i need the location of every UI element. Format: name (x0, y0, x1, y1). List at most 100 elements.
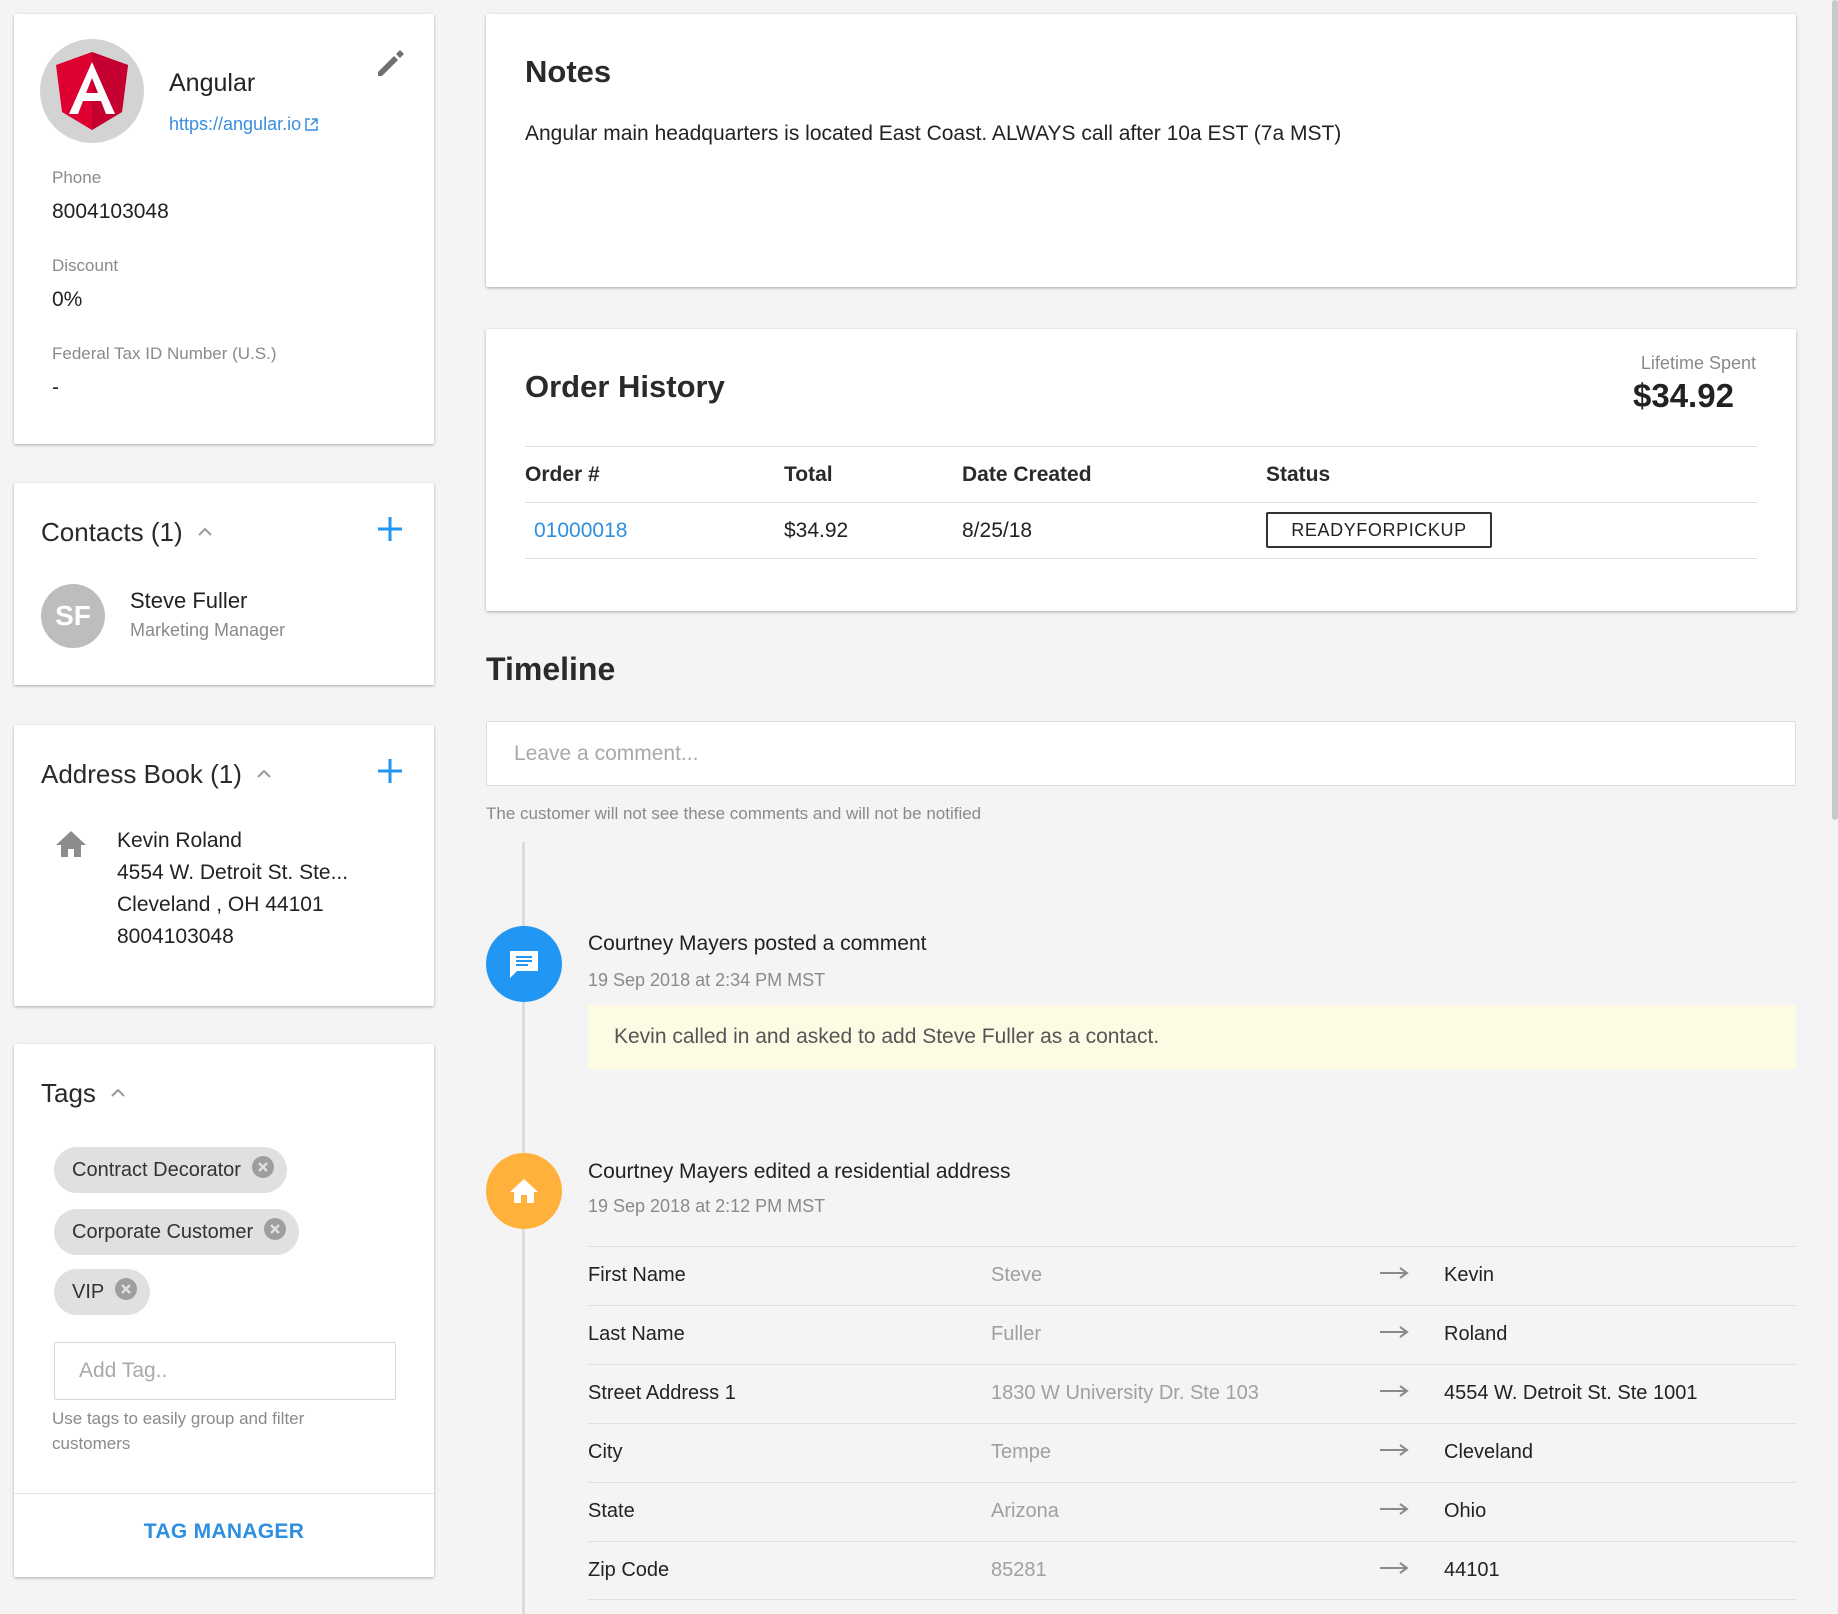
tag-chip-label: Contract Decorator (72, 1158, 241, 1181)
change-new-value: Cleveland (1444, 1441, 1533, 1463)
comment-hint: The customer will not see these comments… (486, 804, 982, 823)
address-change-row: State Arizona Ohio (588, 1482, 1796, 1541)
tag-chip-label: Corporate Customer (72, 1220, 254, 1243)
change-new-value: Roland (1444, 1323, 1508, 1345)
tags-header[interactable]: Tags (41, 1074, 126, 1109)
address-change-row: Street Address 1 1830 W University Dr. S… (588, 1364, 1796, 1423)
tags-title: Tags (41, 1078, 96, 1108)
tags-card: Tags Contract Decorator Corporate Custom… (14, 1044, 434, 1577)
column-header-status: Status (1266, 463, 1331, 486)
remove-tag-icon[interactable] (263, 1217, 287, 1247)
contacts-header[interactable]: Contacts (1) (41, 513, 213, 548)
tag-hint: Use tags to easily group and filter cust… (52, 1409, 305, 1453)
arrow-right-icon (1378, 1497, 1410, 1527)
address-phone: 8004103048 (117, 925, 234, 948)
tag-chip[interactable]: Corporate Customer (54, 1209, 300, 1255)
column-header-order: Order # (525, 463, 600, 486)
tag-chip[interactable]: Contract Decorator (54, 1147, 287, 1193)
chevron-up-icon[interactable] (110, 1074, 126, 1105)
address-city: Cleveland , OH 44101 (117, 893, 324, 916)
company-url-text: https://angular.io (169, 114, 302, 134)
notes-text[interactable]: Angular main headquarters is located Eas… (525, 122, 1341, 146)
change-new-value: Kevin (1444, 1264, 1495, 1286)
change-field: Street Address 1 (588, 1382, 736, 1404)
tag-chip[interactable]: VIP (54, 1269, 151, 1315)
lifetime-spent-label: Lifetime Spent (1640, 353, 1756, 373)
change-old-value: 85281 (991, 1559, 1047, 1581)
order-status-badge: READYFORPICKUP (1266, 512, 1492, 548)
arrow-right-icon (1378, 1261, 1410, 1291)
change-field: State (588, 1500, 635, 1522)
change-field: Last Name (588, 1323, 685, 1345)
address-name[interactable]: Kevin Roland (117, 829, 242, 853)
discount-value: 0% (52, 288, 83, 311)
address-change-row: Last Name Fuller Roland (588, 1305, 1796, 1364)
change-new-value: Ohio (1444, 1500, 1487, 1522)
angular-logo-icon (56, 52, 128, 130)
contact-name[interactable]: Steve Fuller (130, 588, 247, 614)
plus-icon (378, 759, 402, 783)
order-total: $34.92 (784, 519, 849, 542)
comment-input[interactable] (486, 721, 1796, 786)
add-tag-input[interactable] (54, 1342, 396, 1400)
change-new-value: 4554 W. Detroit St. Ste 1001 (1444, 1382, 1698, 1404)
company-website-link[interactable]: https://angular.io (169, 114, 319, 137)
address-book-card: Address Book (1) Kevin Roland 4554 W. De… (14, 725, 434, 1006)
contacts-title: Contacts (1) (41, 517, 183, 547)
remove-tag-icon[interactable] (251, 1155, 275, 1185)
contact-role: Marketing Manager (130, 620, 286, 640)
add-address-button[interactable] (372, 753, 408, 789)
address-change-row: First Name Steve Kevin (588, 1246, 1796, 1305)
plus-icon (378, 517, 402, 541)
contacts-card: Contacts (1) SF Steve Fuller Marketing M… (14, 483, 434, 685)
company-logo (40, 39, 144, 143)
address-street: 4554 W. Detroit St. Ste... (117, 861, 349, 884)
timeline-event-icon (486, 1153, 562, 1229)
arrow-right-icon (1378, 1438, 1410, 1468)
home-icon (54, 829, 88, 864)
tag-manager-button[interactable]: TAG MANAGER (14, 1520, 434, 1544)
timeline-event-title: Courtney Mayers posted a comment (588, 932, 927, 955)
contact-avatar[interactable]: SF (41, 584, 105, 648)
column-header-total: Total (784, 463, 833, 486)
company-name: Angular (169, 69, 256, 97)
address-change-row: Zip Code 85281 44101 (588, 1541, 1796, 1600)
add-contact-button[interactable] (372, 511, 408, 547)
discount-label: Discount (52, 256, 119, 275)
remove-tag-icon[interactable] (114, 1277, 138, 1307)
address-book-title: Address Book (1) (41, 759, 242, 789)
timeline-event-icon (486, 926, 562, 1002)
tax-id-label: Federal Tax ID Number (U.S.) (52, 344, 277, 363)
chevron-up-icon[interactable] (256, 755, 272, 786)
edit-company-button[interactable] (370, 44, 410, 84)
page-scrollbar[interactable] (1832, 0, 1838, 820)
arrow-right-icon (1378, 1320, 1410, 1350)
address-book-header[interactable]: Address Book (1) (41, 755, 272, 790)
change-old-value: Arizona (991, 1500, 1059, 1522)
notes-card: Notes Angular main headquarters is locat… (486, 14, 1796, 287)
change-old-value: 1830 W University Dr. Ste 103 (991, 1382, 1259, 1404)
chevron-up-icon[interactable] (197, 513, 213, 544)
change-field: Zip Code (588, 1559, 670, 1581)
table-divider (525, 446, 1757, 447)
timeline-event-time: 19 Sep 2018 at 2:12 PM MST (588, 1196, 826, 1216)
home-icon (510, 1179, 538, 1203)
external-link-icon (304, 116, 319, 137)
phone-value: 8004103048 (52, 200, 169, 223)
tax-id-value: - (52, 376, 59, 399)
pencil-icon (378, 50, 404, 76)
notes-title: Notes (525, 54, 612, 89)
timeline-comment: Kevin called in and asked to add Steve F… (588, 1005, 1796, 1069)
change-field: City (588, 1441, 623, 1463)
table-divider (525, 558, 1757, 559)
order-number-link[interactable]: 01000018 (534, 519, 627, 542)
divider (14, 1493, 434, 1494)
order-date: 8/25/18 (962, 519, 1033, 542)
column-header-date: Date Created (962, 463, 1092, 486)
timeline-event-time: 19 Sep 2018 at 2:34 PM MST (588, 970, 826, 990)
company-card: Angular https://angular.io Phone 8004103… (14, 14, 434, 444)
timeline-event-title: Courtney Mayers edited a residential add… (588, 1160, 1011, 1183)
table-divider (525, 502, 1757, 503)
change-old-value: Tempe (991, 1441, 1052, 1463)
change-old-value: Fuller (991, 1323, 1042, 1345)
